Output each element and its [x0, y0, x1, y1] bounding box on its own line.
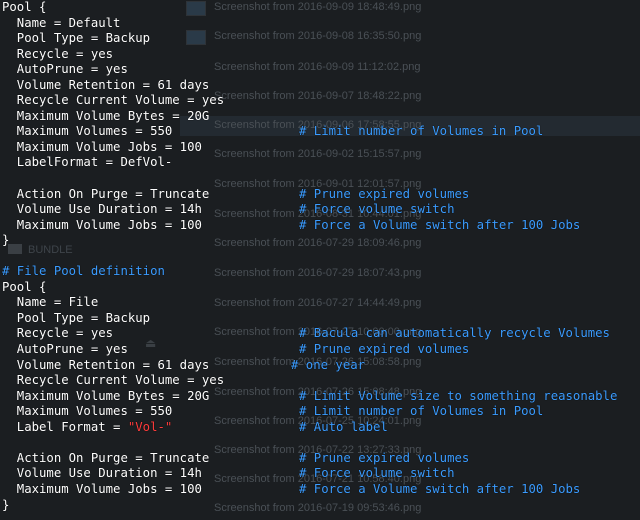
code-line: Maximum Volume Jobs = 100	[2, 139, 202, 154]
terminal-output[interactable]: Pool { Name = Default Pool Type = Backup…	[2, 0, 638, 520]
code-line: Recycle = yes # Bacula can automatically …	[2, 326, 610, 341]
code-line: Label Format = "Vol-" # Auto label	[2, 419, 388, 434]
code-comment: # Prune expired volumes	[299, 342, 470, 357]
code-line: Volume Use Duration = 14h # Force volume …	[2, 466, 455, 481]
code-line: Pool Type = Backup	[2, 31, 151, 46]
code-line: Volume Retention = 61 days	[2, 77, 210, 92]
code-line: LabelFormat = DefVol-	[2, 155, 173, 170]
code-line: Maximum Volume Bytes = 20G	[2, 108, 210, 123]
code-line: Action On Purge = Truncate # Prune expire…	[2, 186, 470, 201]
code-line: Name = Default	[2, 15, 121, 30]
code-line: Maximum Volumes = 550 # Limit number of V…	[2, 404, 544, 419]
code-comment: # Prune expired volumes	[299, 186, 470, 201]
code-line: Recycle Current Volume = yes	[2, 373, 225, 388]
code-line: Recycle Current Volume = yes	[2, 93, 225, 108]
code-comment: # Limit number of Volumes in Pool	[299, 124, 544, 139]
code-comment: # Force a Volume switch after 100 Jobs	[299, 481, 581, 496]
code-line: Volume Retention = 61 days # one year	[2, 357, 366, 372]
code-comment: # Bacula can automatically recycle Volum…	[299, 326, 610, 341]
code-line: Maximum Volume Bytes = 20G # Limit Volume…	[2, 388, 618, 403]
code-line: Pool Type = Backup	[2, 310, 151, 325]
code-comment: # Auto label	[299, 419, 388, 434]
desktop: Screenshot from 2016-09-09 18:48:49.png …	[0, 0, 640, 520]
code-line: Recycle = yes	[2, 46, 114, 61]
code-comment: # Limit Volume size to something reasona…	[299, 388, 618, 403]
code-line: }	[2, 497, 10, 512]
code-comment: # one year	[291, 357, 366, 372]
code-comment: # Force volume switch	[299, 466, 455, 481]
code-comment: # Limit number of Volumes in Pool	[299, 404, 544, 419]
code-line: Pool {	[2, 279, 47, 294]
code-line: Pool {	[2, 0, 47, 14]
string-literal: "Vol-"	[127, 419, 173, 434]
code-comment: # Force a Volume switch after 100 Jobs	[299, 217, 581, 232]
code-line: AutoPrune = yes	[2, 62, 128, 77]
code-line: Name = File	[2, 295, 99, 310]
code-comment: # Force volume switch	[299, 202, 455, 217]
code-line: Maximum Volumes = 550 # Limit number of V…	[2, 124, 544, 139]
code-line: Action On Purge = Truncate # Prune expire…	[2, 450, 470, 465]
code-line: Maximum Volume Jobs = 100 # Force a Volum…	[2, 481, 581, 496]
code-line: }	[2, 233, 10, 248]
code-comment: # Prune expired volumes	[299, 450, 470, 465]
code-line: AutoPrune = yes # Prune expired volumes	[2, 342, 470, 357]
code-line: Volume Use Duration = 14h # Force volume …	[2, 202, 455, 217]
section-heading-comment: # File Pool definition	[2, 264, 165, 279]
code-line: Maximum Volume Jobs = 100 # Force a Volum…	[2, 217, 581, 232]
